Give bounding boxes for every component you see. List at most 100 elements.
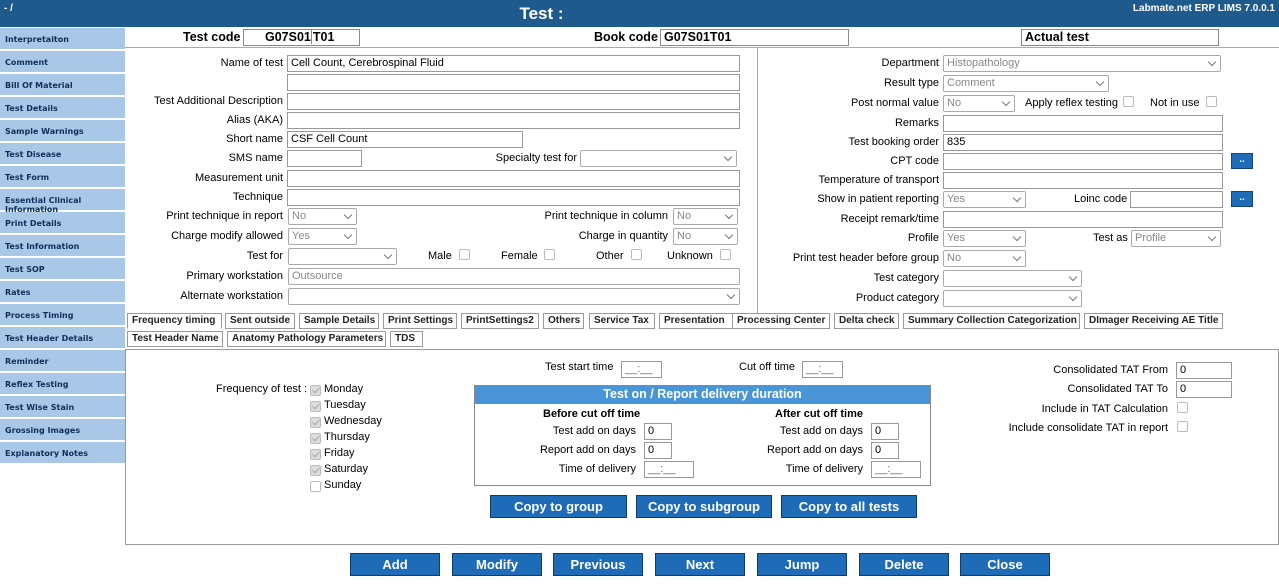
tab[interactable]: Sent outside [225,313,295,329]
modify-button[interactable]: Modify [452,553,542,576]
product-category-select[interactable] [943,290,1082,307]
sidebar-item[interactable]: Rates [0,281,125,302]
male-checkbox[interactable] [459,249,470,260]
tab[interactable]: Anatomy Pathology Parameters [227,331,386,347]
additional-description-input[interactable] [287,93,740,110]
sidebar-item[interactable]: Essential Clinical Information [0,189,125,214]
tab[interactable]: Frequency timing [127,313,222,329]
include-consolidate-checkbox[interactable] [1177,421,1188,432]
tat-from-input[interactable]: 0 [1176,362,1232,379]
charge-modify-select[interactable]: Yes [288,228,357,245]
test-start-time-input[interactable]: __:__ [621,361,662,378]
print-header-select[interactable]: No [943,250,1026,267]
include-tat-checkbox[interactable] [1177,402,1188,413]
sidebar-item[interactable]: Print Details [0,212,125,233]
tab[interactable]: Print Settings [383,313,457,329]
loinc-input[interactable] [1130,191,1223,208]
tab[interactable]: TDS [390,331,423,347]
technique-input[interactable] [287,189,740,206]
sidebar-item[interactable]: Sample Warnings [0,120,125,141]
cut-off-time-input[interactable]: __:__ [802,361,843,378]
close-button[interactable]: Close [960,553,1050,576]
next-button[interactable]: Next [655,553,745,576]
tab[interactable]: Others [543,313,584,329]
short-name-input[interactable]: CSF Cell Count [287,131,523,148]
cpt-lookup-button[interactable]: .. [1231,153,1253,169]
loinc-lookup-button[interactable]: .. [1231,191,1253,207]
tab[interactable]: Presentation [659,313,733,329]
sidebar-item[interactable]: Grossing Images [0,419,125,440]
sidebar-item[interactable]: Explanatory Notes [0,442,125,463]
sidebar-item[interactable]: Comment [0,51,125,72]
copy-to-subgroup-button[interactable]: Copy to subgroup [636,495,772,518]
day-checkbox[interactable] [310,401,321,412]
copy-to-group-button[interactable]: Copy to group [490,495,627,518]
tab[interactable]: Summary Collection Categorization [903,313,1080,329]
sidebar-item[interactable]: Test SOP [0,258,125,279]
actual-test-field[interactable]: Actual test [1021,29,1219,46]
sidebar-item[interactable]: Reminder [0,350,125,371]
add-button[interactable]: Add [350,553,440,576]
tab[interactable]: DImager Receiving AE Title [1084,313,1223,329]
day-checkbox[interactable] [310,433,321,444]
post-normal-select[interactable]: No [943,95,1015,112]
primary-workstation-select[interactable]: Outsource [288,268,740,285]
tab[interactable]: Sample Details [299,313,379,329]
other-checkbox[interactable] [631,249,642,260]
test-as-select[interactable]: Profile [1131,230,1221,247]
print-technique-column-select[interactable]: No [673,208,738,225]
test-code-field[interactable]: G07S01 T01 [243,29,360,46]
day-checkbox[interactable] [310,417,321,428]
sidebar-item[interactable]: Test Header Details [0,327,125,348]
tab[interactable]: PrintSettings2 [461,313,539,329]
sidebar-item[interactable]: Test Wise Stain [0,396,125,417]
after-test-add-input[interactable]: 0 [871,423,899,440]
previous-button[interactable]: Previous [553,553,643,576]
sidebar-item[interactable]: Test Details [0,97,125,118]
specialty-test-select[interactable] [580,150,737,167]
remarks-input[interactable] [943,115,1223,132]
sidebar-item[interactable]: Interpretaiton [0,28,125,49]
name-of-test-line2-input[interactable] [287,74,740,91]
receipt-remark-input[interactable] [943,211,1223,228]
day-checkbox[interactable] [310,465,321,476]
tab[interactable]: Test Header Name [127,331,223,347]
sidebar-item[interactable]: Reflex Testing [0,373,125,394]
temperature-input[interactable] [943,172,1223,189]
charge-quantity-select[interactable]: No [673,228,738,245]
before-test-add-input[interactable]: 0 [644,423,672,440]
tat-to-input[interactable]: 0 [1176,381,1232,398]
sidebar-item[interactable]: Test Information [0,235,125,256]
not-in-use-checkbox[interactable] [1206,96,1217,107]
booking-order-input[interactable]: 835 [943,134,1223,151]
sms-name-input[interactable] [287,150,362,167]
cpt-code-input[interactable] [943,153,1223,170]
sidebar-item[interactable]: Test Form [0,166,125,187]
department-select[interactable]: Histopathology [943,55,1221,72]
tab[interactable]: Processing Center [732,313,830,329]
book-code-field[interactable]: G07S01T01 [660,29,849,46]
test-for-select[interactable] [288,248,397,265]
print-technique-select[interactable]: No [288,208,357,225]
day-checkbox[interactable] [310,385,321,396]
delete-button[interactable]: Delete [859,553,949,576]
alias-input[interactable] [287,112,740,129]
day-checkbox[interactable] [310,481,321,492]
test-category-select[interactable] [943,270,1082,287]
female-checkbox[interactable] [544,249,555,260]
day-checkbox[interactable] [310,449,321,460]
measurement-unit-input[interactable] [287,170,740,187]
result-type-select[interactable]: Comment [943,75,1109,92]
sidebar-item[interactable]: Bill Of Material [0,74,125,95]
jump-button[interactable]: Jump [757,553,847,576]
sidebar-item[interactable]: Test Disease [0,143,125,164]
before-time-delivery-input[interactable]: __:__ [644,461,694,478]
tab[interactable]: Service Tax [589,313,655,329]
show-patient-select[interactable]: Yes [943,191,1026,208]
before-report-add-input[interactable]: 0 [644,442,672,459]
copy-to-all-tests-button[interactable]: Copy to all tests [781,495,917,518]
profile-select[interactable]: Yes [943,230,1026,247]
tab[interactable]: Delta check [834,313,899,329]
after-report-add-input[interactable]: 0 [871,442,899,459]
sidebar-item[interactable]: Process Timing [0,304,125,325]
